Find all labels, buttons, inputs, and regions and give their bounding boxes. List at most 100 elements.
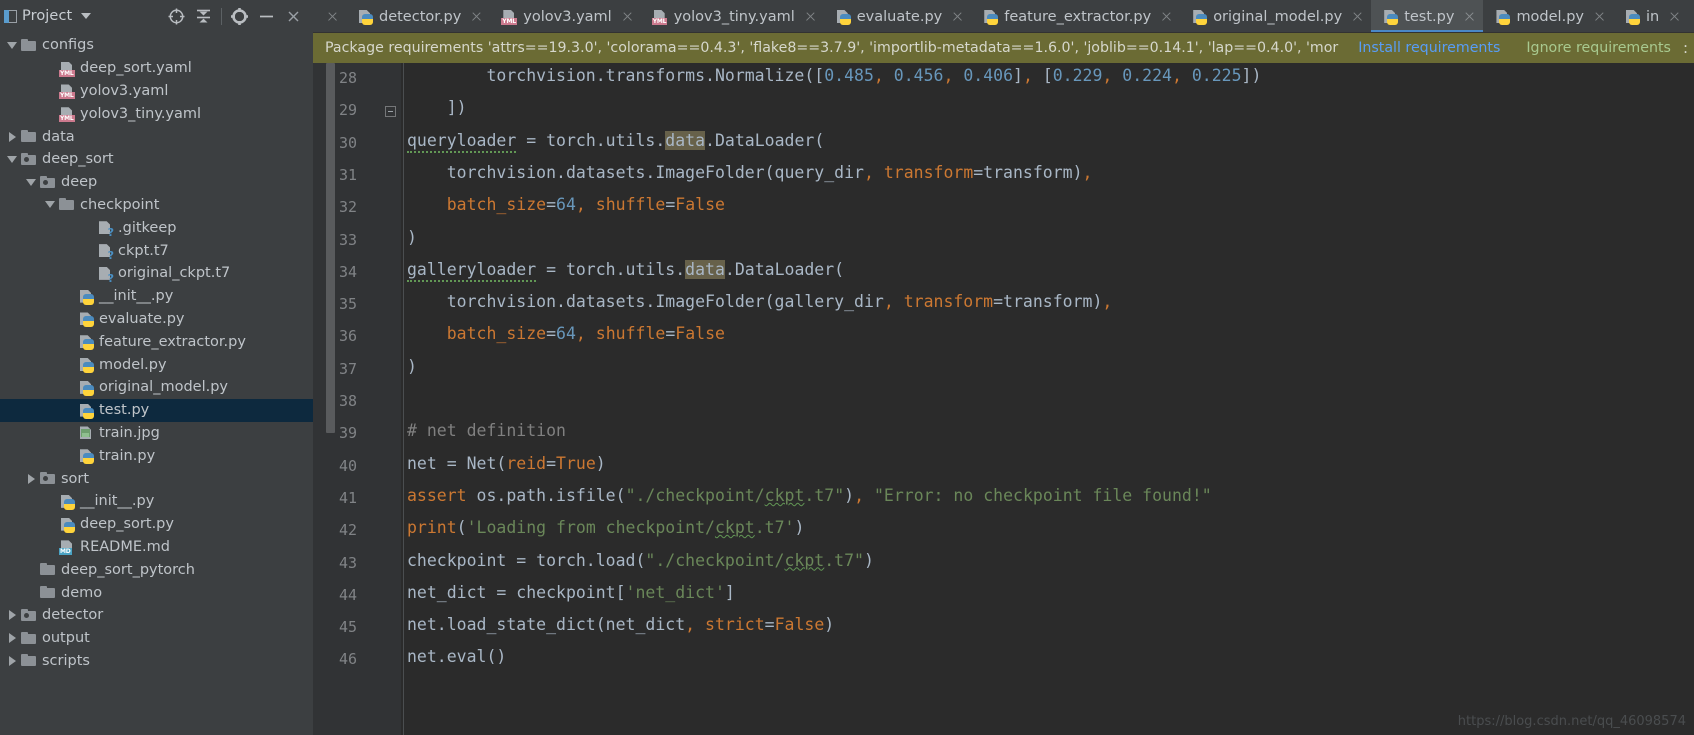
tree-item-feature-extractor-py[interactable]: feature_extractor.py [0, 330, 313, 353]
close-icon[interactable] [621, 10, 634, 23]
tab-close-leading[interactable] [313, 0, 346, 33]
close-icon[interactable] [1668, 10, 1681, 23]
close-icon[interactable] [326, 10, 339, 23]
tree-twisty[interactable] [42, 513, 58, 535]
line-number: 34 [338, 262, 357, 281]
folder-icon [20, 630, 37, 647]
tree-twisty[interactable] [61, 376, 77, 398]
yaml-file-icon: YML [58, 60, 75, 77]
tree-twisty[interactable] [61, 331, 77, 353]
code-editor[interactable]: 28 29 30 31 32 33 34 35 36 37 38 39 40 41 42 43 44 45 46 t… [313, 63, 1694, 735]
locate-icon[interactable] [163, 3, 190, 29]
tree-item-ckpt-t7[interactable]: ? ckpt.t7 [0, 239, 313, 262]
tree-item-demo[interactable]: demo [0, 581, 313, 604]
close-icon[interactable] [951, 10, 964, 23]
tree-item-data[interactable]: data [0, 125, 313, 148]
close-icon[interactable] [1593, 10, 1606, 23]
tree-item-configs[interactable]: configs [0, 34, 313, 57]
tree-twisty[interactable] [42, 57, 58, 79]
tree-item-scripts[interactable]: scripts [0, 650, 313, 673]
tree-twisty[interactable] [23, 171, 39, 193]
minimize-icon[interactable] [253, 3, 280, 29]
line-number: 33 [338, 230, 357, 249]
tree-item-label: original_ckpt.t7 [118, 265, 231, 282]
notification-more-icon[interactable]: : [1683, 39, 1688, 57]
tree-item-checkpoint[interactable]: checkpoint [0, 194, 313, 217]
tree-item-test-py[interactable]: test.py [0, 398, 313, 422]
editor-tab-model-py[interactable]: model.py [1483, 0, 1613, 33]
tree-twisty[interactable] [4, 627, 20, 649]
tree-twisty[interactable] [61, 354, 77, 376]
ignore-requirements-link[interactable]: Ignore requirements [1526, 40, 1671, 56]
tree-item-train-jpg[interactable]: train.jpg [0, 422, 313, 445]
tree-twisty[interactable] [23, 582, 39, 604]
tree-item-original-ckpt-t7[interactable]: ? original_ckpt.t7 [0, 262, 313, 285]
tree-item-output[interactable]: output [0, 627, 313, 650]
tree-twisty[interactable] [42, 103, 58, 125]
editor-tab-test-py[interactable]: test.py [1371, 0, 1484, 33]
editor-tab-yolov3-yaml[interactable]: YML yolov3.yaml [490, 0, 640, 33]
editor-tab-detector-py[interactable]: detector.py [346, 0, 490, 33]
tree-twisty[interactable] [80, 262, 96, 284]
tree-twisty[interactable] [61, 285, 77, 307]
tree-item-yolov3-yaml[interactable]: YML yolov3.yaml [0, 80, 313, 103]
editor-tab-label: feature_extractor.py [1004, 8, 1152, 25]
tree-twisty[interactable] [4, 604, 20, 626]
close-icon[interactable] [1160, 10, 1173, 23]
tree-twisty[interactable] [4, 650, 20, 672]
tree-twisty[interactable] [23, 468, 39, 490]
settings-gear-icon[interactable] [226, 3, 253, 29]
tree-twisty[interactable] [80, 217, 96, 239]
tree-item-original-model-py[interactable]: original_model.py [0, 376, 313, 399]
tree-item-model-py[interactable]: model.py [0, 353, 313, 376]
close-icon[interactable] [1351, 10, 1364, 23]
tree-item-evaluate-py[interactable]: evaluate.py [0, 308, 313, 331]
tree-twisty[interactable] [80, 240, 96, 262]
tree-item-train-py[interactable]: train.py [0, 444, 313, 467]
collapse-all-icon[interactable] [190, 3, 217, 29]
editor-tab-yolov3-tiny-yaml[interactable]: YML yolov3_tiny.yaml [641, 0, 824, 33]
tree-item-label: train.jpg [99, 424, 160, 441]
tree-twisty[interactable] [4, 148, 20, 170]
tree-item-readme-md[interactable]: MD README.md [0, 536, 313, 559]
tree-twisty[interactable] [4, 126, 20, 148]
tree-twisty[interactable] [42, 194, 58, 216]
tree-twisty[interactable] [4, 34, 20, 56]
tree-twisty[interactable] [61, 399, 77, 421]
project-panel-title: Project [22, 8, 73, 24]
tree-twisty[interactable] [42, 490, 58, 512]
editor-tab-feature-extractor-py[interactable]: feature_extractor.py [971, 0, 1180, 33]
tree-twisty[interactable] [61, 445, 77, 467]
tree-item-deep[interactable]: deep [0, 171, 313, 194]
tree-item-detector[interactable]: detector [0, 604, 313, 627]
tree-item-deep-sort-pytorch[interactable]: deep_sort_pytorch [0, 558, 313, 581]
editor-tab-in[interactable]: in [1613, 0, 1688, 33]
tree-item-yolov3-tiny-yaml[interactable]: YML yolov3_tiny.yaml [0, 102, 313, 125]
code-fold-icon[interactable] [385, 106, 396, 118]
code-content[interactable]: torchvision.transforms.Normalize([0.485,… [401, 63, 1694, 735]
line-number: 36 [338, 327, 357, 346]
tree-twisty[interactable] [61, 422, 77, 444]
tree-twisty[interactable] [61, 308, 77, 330]
editor-tab-bar[interactable]: detector.py YML yolov3.yaml YML yolov3_tiny.… [313, 0, 1694, 33]
tree-item-deep-sort-yaml[interactable]: YML deep_sort.yaml [0, 57, 313, 80]
close-icon[interactable] [1463, 10, 1476, 23]
hide-panel-icon[interactable] [280, 3, 307, 29]
tree-twisty[interactable] [23, 559, 39, 581]
editor-tab-original-model-py[interactable]: original_model.py [1180, 0, 1371, 33]
tree-item--gitkeep[interactable]: ? .gitkeep [0, 216, 313, 239]
tree-item--init-py[interactable]: __init__.py [0, 490, 313, 513]
editor-tab-evaluate-py[interactable]: evaluate.py [824, 0, 972, 33]
close-icon[interactable] [804, 10, 817, 23]
tree-item-sort[interactable]: sort [0, 467, 313, 490]
install-requirements-link[interactable]: Install requirements [1358, 40, 1500, 56]
close-icon[interactable] [470, 10, 483, 23]
tree-item-deep-sort[interactable]: deep_sort [0, 148, 313, 171]
tree-item--init-py[interactable]: __init__.py [0, 285, 313, 308]
tree-twisty[interactable] [42, 80, 58, 102]
tree-item-deep-sort-py[interactable]: deep_sort.py [0, 513, 313, 536]
tree-twisty[interactable] [42, 536, 58, 558]
project-tree[interactable]: configs YML deep_sort.yaml YML yolov3.yaml YM… [0, 32, 313, 735]
gutter-scroll-marker[interactable] [326, 63, 335, 433]
chevron-down-icon[interactable] [81, 13, 92, 19]
